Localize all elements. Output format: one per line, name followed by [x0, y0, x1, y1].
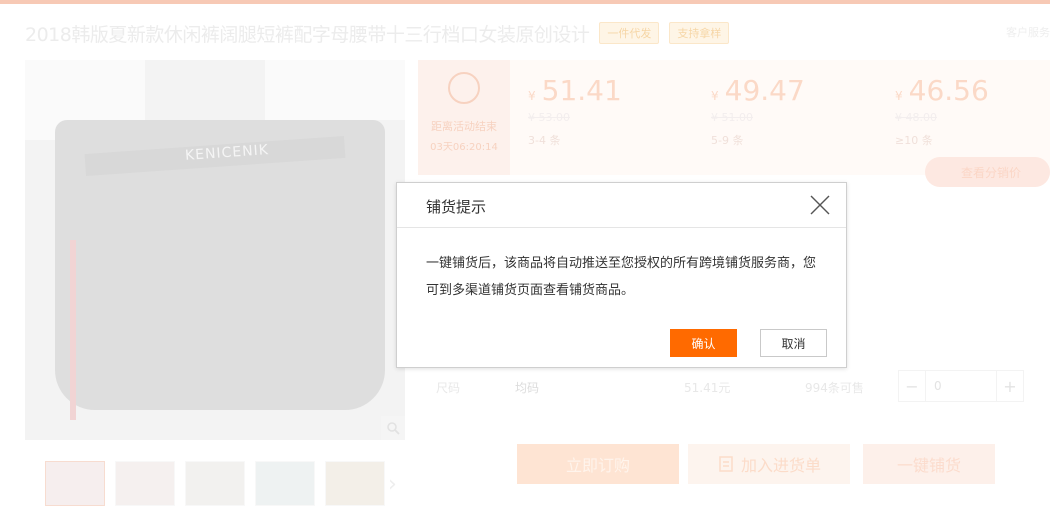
product-page: 2018韩版夏新款休闲裤阔腿短裤配字母腰带十三行档口女装原创设计 一件代发 支持… [0, 0, 1050, 506]
dialog-message: 一键铺货后，该商品将自动推送至您授权的所有跨境铺货服务商，您可到多渠道铺货页面查… [426, 256, 817, 298]
confirm-button[interactable]: 确认 [670, 329, 737, 357]
distribution-tip-dialog: 铺货提示 一键铺货后，该商品将自动推送至您授权的所有跨境铺货服务商，您可到多渠道… [396, 182, 847, 368]
dialog-header: 铺货提示 [397, 183, 846, 228]
close-icon[interactable] [808, 193, 832, 217]
dialog-title: 铺货提示 [426, 198, 487, 216]
cancel-button[interactable]: 取消 [760, 329, 827, 357]
